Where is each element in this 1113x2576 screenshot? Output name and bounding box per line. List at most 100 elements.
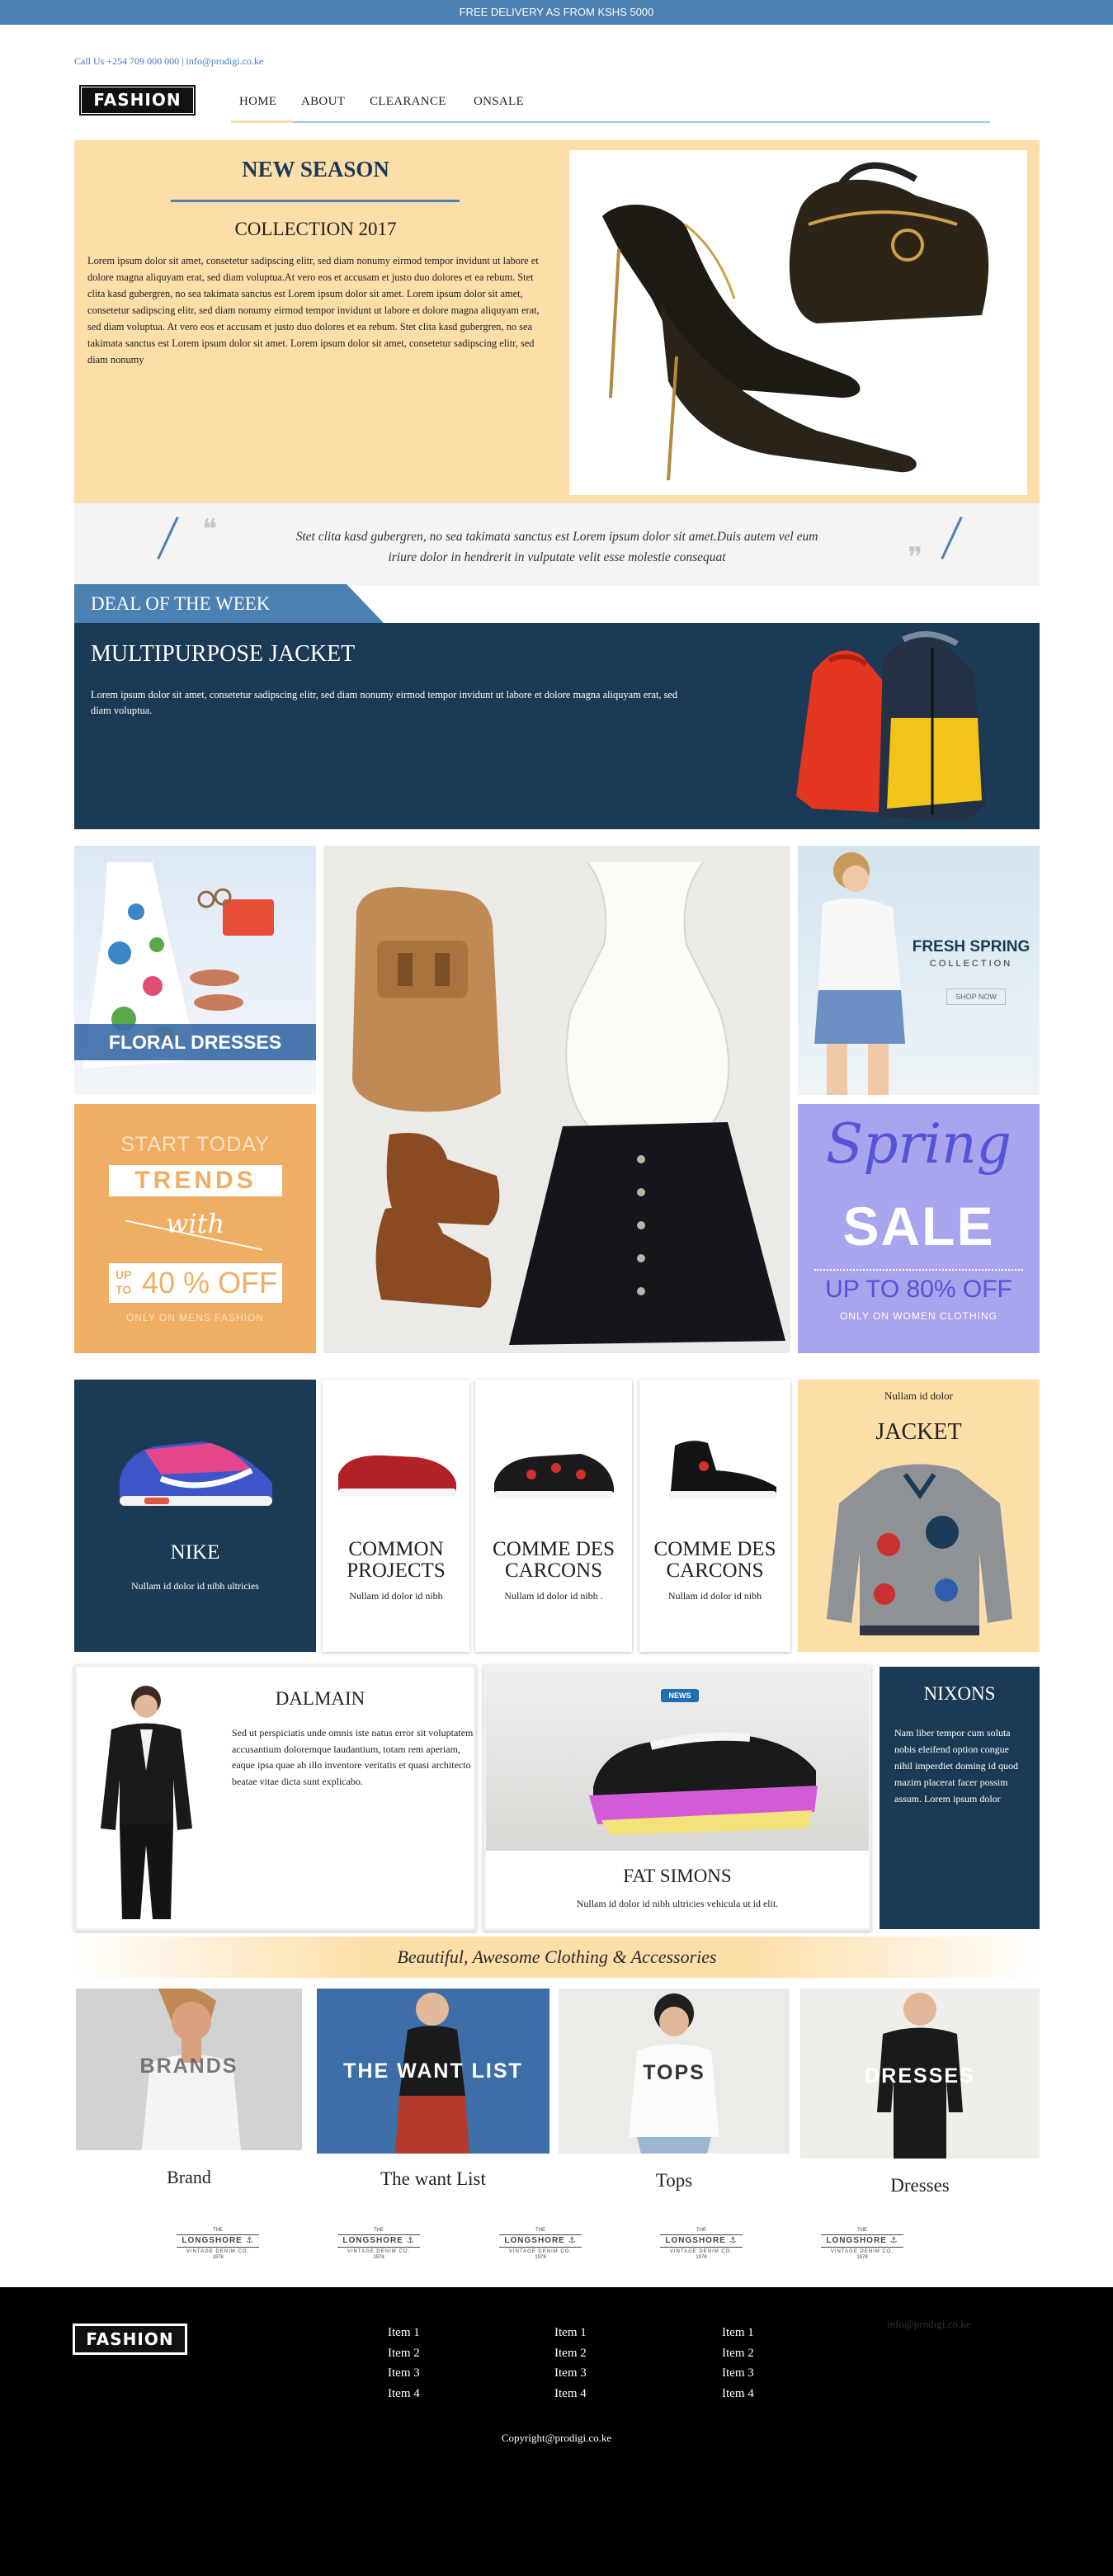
hero-section: NEW SEASON COLLECTION 2017 Lorem ipsum d… [74,140,1040,503]
fresh-spring-promo[interactable]: FRESH SPRING COLLECTION SHOP NOW [798,846,1040,1095]
quote-section: ❝ Stet clita kasd gubergren, no sea taki… [74,503,1040,586]
brand-logo-line3: VINTAGE DENIM CO. [508,2249,573,2254]
brand-logo-year: 1978 [373,2255,384,2260]
footer-link[interactable]: Item 1 [388,2323,420,2343]
product-title-nike: NIKE [170,1541,220,1564]
footer-logo[interactable]: FASHION [73,2324,187,2355]
product-card-comme-des-carcons-2[interactable]: COMME DES CARCONS Nullam id dolor id nib… [639,1380,790,1652]
floral-dresses-promo[interactable]: FLORAL DRESSES [74,846,316,1095]
footer-link[interactable]: Item 4 [554,2384,587,2404]
longshore-logo[interactable]: THE LONGSHORE ⚓ VINTAGE DENIM CO. 1978 [496,2228,585,2261]
nav-onsale[interactable]: ONSALE [474,95,524,109]
jacket-card[interactable]: Nullam id dolor JACKET [798,1380,1040,1652]
black-hightop-sneaker-image [669,1441,776,1499]
logo-text: FASHION [82,87,193,113]
nav-active-indicator [231,120,293,123]
trends-promo[interactable]: START TODAY TRENDS with UP TO 40 % OFF O… [74,1104,316,1353]
sale-text: SALE [842,1196,995,1257]
footer-link[interactable]: Item 4 [388,2384,420,2404]
brand-logo-year: 1978 [856,2255,868,2260]
product-subtitle-nike: Nullam id dolor id nibh ultricies [131,1580,259,1592]
fat-simons-card[interactable]: NEWS FAT SIMONS Nullam id dolor id nibh … [483,1665,871,1931]
footer-link[interactable]: Item 3 [388,2363,420,2384]
category-want-list-image[interactable]: THE WANT LIST [317,1989,549,2154]
nav-about[interactable]: ABOUT [301,95,345,109]
dalmain-card[interactable]: DALMAIN Sed ut perspiciatis unde omnis i… [74,1665,476,1931]
footer-link[interactable]: Item 1 [722,2323,754,2343]
sale-note: ONLY ON WOMEN CLOTHING [840,1310,997,1322]
category-brands-caption[interactable]: Brand [76,2167,302,2188]
leather-jacket-model-image [101,1686,192,1919]
category-tops-caption[interactable]: Tops [559,2170,790,2191]
product-card-comme-des-carcons-1[interactable]: COMME DES CARCONS Nullam id dolor id nib… [475,1380,632,1652]
product-subtitle-comme-des-carcons-2: Nullam id dolor id nibh [667,1590,762,1602]
longshore-logo[interactable]: THE LONGSHORE ⚓ VINTAGE DENIM CO. 1978 [173,2228,262,2261]
brand-logo-line1: THE [696,2228,706,2233]
hero-divider [171,200,460,202]
anchor-icon: ⚓ [729,2236,738,2245]
shop-now-button[interactable]: SHOP NOW [946,988,1006,1005]
footer-copyright: Copyright@prodigi.co.ke [501,2432,612,2444]
longshore-logo[interactable]: THE LONGSHORE ⚓ VINTAGE DENIM CO. 1978 [657,2228,746,2261]
jacket-card-title: JACKET [875,1419,962,1445]
nixons-body: Nam liber tempor cum soluta nobis eleife… [894,1727,1018,1805]
footer-column-3: Item 1 Item 2 Item 3 Item 4 [722,2323,754,2404]
footer-link[interactable]: Item 4 [722,2384,754,2404]
category-dresses-caption[interactable]: Dresses [800,2175,1040,2196]
fat-simons-title: FAT SIMONS [623,1866,732,1886]
fresh-spring-title: FRESH SPRING [912,938,1030,955]
footer-column-1: Item 1 Item 2 Item 3 Item 4 [388,2323,420,2404]
category-want-list-overlay: THE WANT LIST [343,2059,523,2083]
fat-simons-image: NEWS [486,1668,869,1851]
site-logo[interactable]: FASHION [79,85,196,116]
brand-logo-line3: VINTAGE DENIM CO. [347,2249,411,2254]
brand-logo-line3: VINTAGE DENIM CO. [830,2249,894,2254]
brand-logo-line1: THE [857,2228,867,2233]
tagline-text: Beautiful, Awesome Clothing & Accessorie… [397,1946,717,1967]
brand-logo-year: 1978 [535,2255,546,2260]
nav-home[interactable]: HOME [239,95,276,109]
spring-sale-promo[interactable]: Spring SALE UP TO 80% OFF ONLY ON WOMEN … [798,1104,1040,1353]
hero-title: NEW SEASON [242,157,389,182]
product-subtitle-comme-des-carcons-1: Nullam id dolor id nibh . [504,1590,603,1602]
footer-link[interactable]: Item 3 [722,2363,754,2384]
footer-link[interactable]: Item 2 [554,2343,587,2364]
sale-dots [814,1269,1023,1271]
product-card-common-projects[interactable]: COMMON PROJECTS Nullam id dolor id nibh [323,1380,469,1652]
close-quote-icon: ❞ [908,543,923,573]
brand-logo-line3: VINTAGE DENIM CO. [186,2249,250,2254]
footer: FASHION Item 1 Item 2 Item 3 Item 4 Item… [0,2287,1113,2576]
spring-script-text: Spring [826,1112,1012,1176]
product-card-nike[interactable]: NIKE Nullam id dolor id nibh ultricies [74,1380,316,1652]
shoes-bag-image [569,150,1027,495]
category-brands-image[interactable]: BRANDS [76,1989,302,2150]
footer-email[interactable]: info@prodigi.co.ke [887,2318,971,2331]
footer-link[interactable]: Item 3 [554,2363,587,2384]
brand-logo-line1: THE [213,2228,223,2233]
footer-link[interactable]: Item 2 [388,2343,420,2364]
longshore-logo[interactable]: THE LONGSHORE ⚓ VINTAGE DENIM CO. 1978 [818,2228,907,2261]
deal-section: MULTIPURPOSE JACKET Lorem ipsum dolor si… [74,623,1040,829]
contact-info: Call Us +254 709 000 000 | info@prodigi.… [74,55,264,67]
jackets-image [788,623,1027,829]
category-want-list-caption[interactable]: The want List [317,2168,549,2190]
anchor-icon: ⚓ [406,2236,415,2245]
footer-link[interactable]: Item 2 [722,2343,754,2364]
nav-clearance[interactable]: CLEARANCE [370,95,446,109]
category-dresses-image[interactable]: DRESSES [800,1989,1040,2158]
brand-logo-name: LONGSHORE ⚓ [499,2234,582,2248]
longshore-logo[interactable]: THE LONGSHORE ⚓ VINTAGE DENIM CO. 1978 [334,2228,423,2261]
brand-logo-line3: VINTAGE DENIM CO. [669,2249,733,2254]
deal-tag-text: DEAL OF THE WEEK [91,593,271,614]
brand-logo-year: 1978 [696,2255,707,2260]
quote-text: Stet clita kasd gubergren, no sea takima… [74,526,1040,568]
free-delivery-bar: FREE DELIVERY AS FROM KSHS 5000 [0,0,1113,25]
category-tops-image[interactable]: TOPS [559,1989,790,2154]
dalmain-title: DALMAIN [275,1688,365,1709]
flatlay-outfit-image [323,846,790,1353]
news-badge: NEWS [661,1689,699,1702]
footer-link[interactable]: Item 1 [554,2323,587,2343]
nixons-card[interactable]: NIXONS Nam liber tempor cum soluta nobis… [880,1667,1040,1929]
brand-logo-name: LONGSHORE ⚓ [337,2234,420,2248]
black-heart-sneaker-image [494,1454,614,1498]
